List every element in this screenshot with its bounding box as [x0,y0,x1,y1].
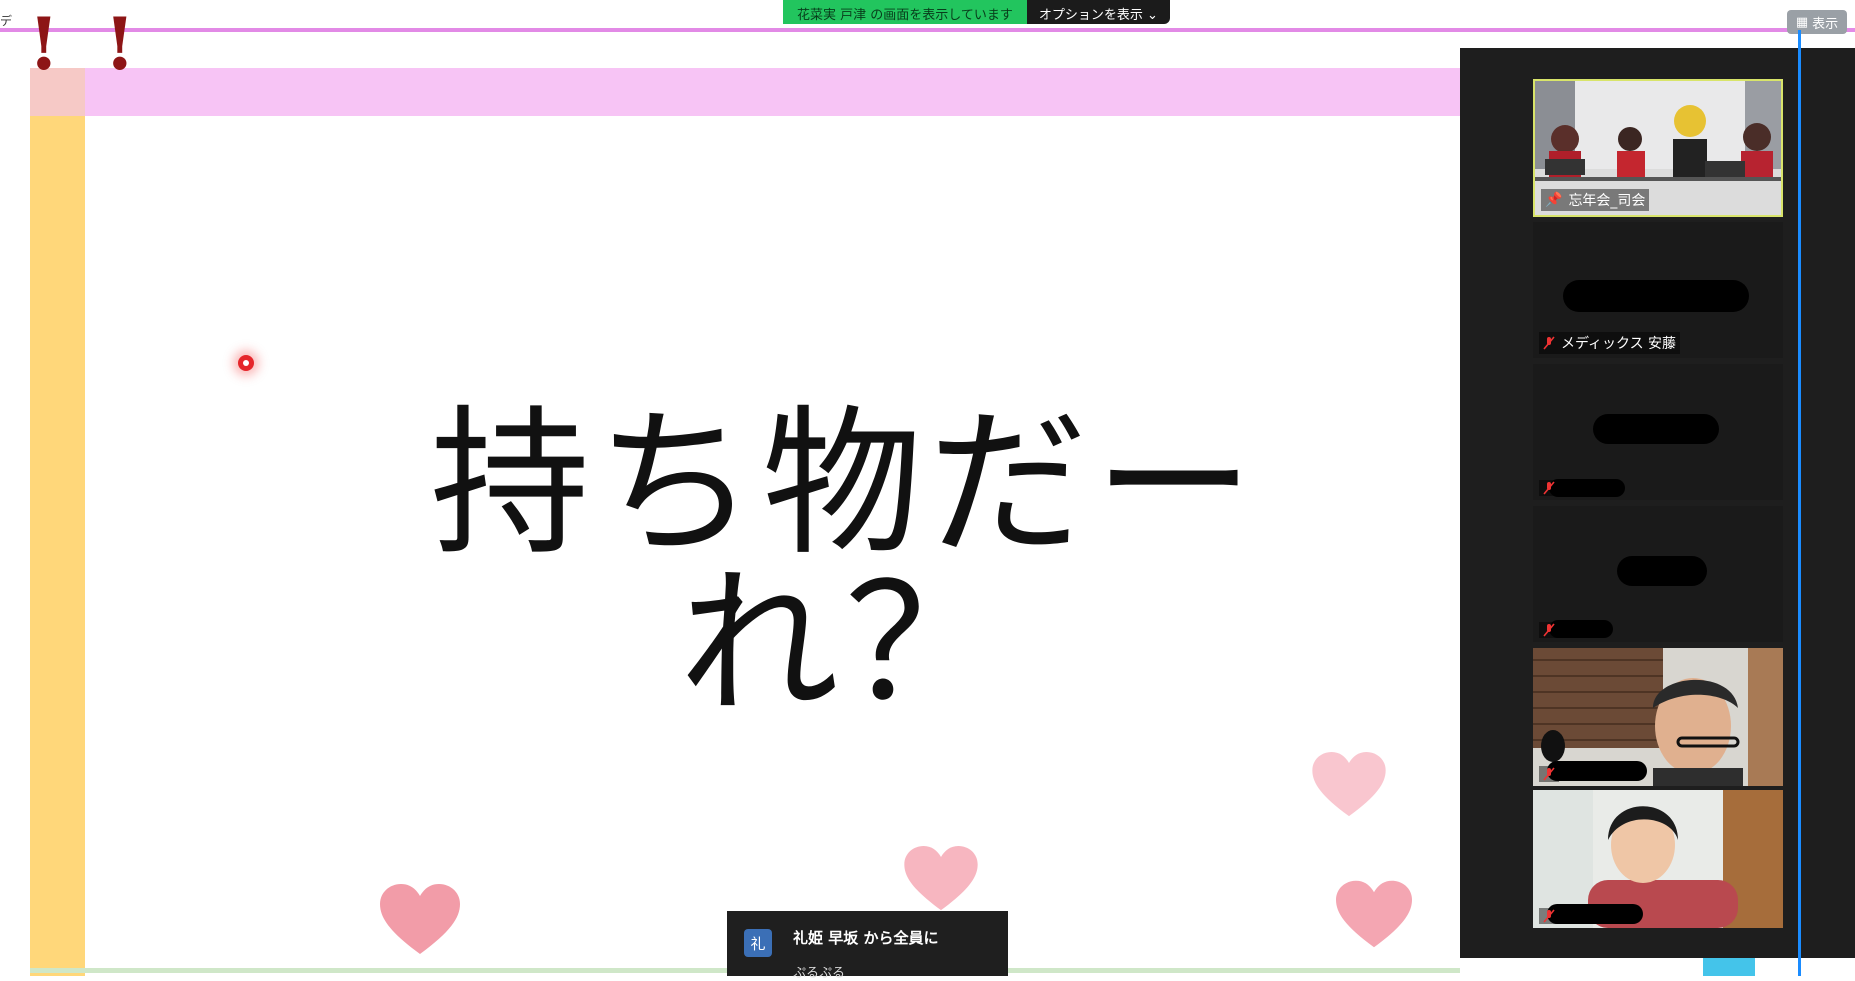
mic-muted-icon [1543,909,1555,923]
participant-name: メディックス 安藤 [1561,336,1677,352]
slide-top-line [0,28,1855,32]
view-options-button[interactable]: オプションを表示 ⌄ [1026,0,1170,24]
mic-muted-icon [1543,623,1555,637]
chat-sender-label: 礼姫 早坂 から全員に [793,929,939,947]
participant-name-tag [1539,908,1559,924]
participant-name-tag [1539,480,1559,496]
chevron-down-icon: ⌄ [1147,8,1158,23]
participant-tile-3[interactable] [1533,364,1783,500]
mic-muted-icon [1543,336,1555,350]
participant-name-tag: 📌 忘年会_司会 [1541,189,1650,211]
participant-tile-host[interactable]: 📌 忘年会_司会 [1533,79,1783,217]
redaction-mark [1593,414,1719,444]
participant-name: 忘年会_司会 [1568,193,1646,209]
toolbar-edge [1703,958,1755,976]
redaction-mark [1547,904,1643,924]
pin-icon: 📌 [1545,192,1563,208]
participant-tile-6[interactable] [1533,790,1783,928]
mic-muted-icon [1543,767,1555,781]
slide-yellow-band [30,68,85,976]
slide-title: 持ち物だーれ？ [429,390,1260,737]
slide-pink-band [30,68,1460,116]
heart-decoration-4 [1336,880,1412,948]
participant-name-tag [1539,766,1559,782]
view-options-label: オプションを表示 [1038,8,1143,23]
share-status-text: 花菜実 戸津 の画面を表示しています [783,0,1027,24]
redaction-mark [1617,556,1707,586]
participant-tile-5[interactable] [1533,648,1783,786]
redaction-mark [1547,761,1647,781]
participant-tile-2[interactable]: メディックス 安藤 [1533,222,1783,358]
heart-decoration-3 [1312,752,1386,817]
chat-message-preview: ぷるぷる [793,966,846,981]
chat-notification[interactable]: 礼 礼姫 早坂 から全員に ぷるぷる [727,911,1008,981]
participant-tile-4[interactable] [1533,506,1783,642]
slide-corner-mark: デ [0,14,13,28]
chat-sender-avatar: 礼 [744,929,772,957]
heart-decoration-2 [904,846,978,911]
view-button[interactable]: ▦ 表示 [1787,10,1847,34]
screen-share-banner: 花菜実 戸津 の画面を表示しています オプションを表示 ⌄ [783,0,1170,24]
mic-muted-icon [1543,481,1555,495]
view-button-label: 表示 [1812,16,1839,32]
slide-exclaim-2: ! [104,1,136,86]
participant-name-tag [1539,622,1559,638]
redaction-mark [1549,479,1625,497]
grid-icon: ▦ [1795,14,1809,30]
window-edge-line [1798,30,1801,976]
heart-decoration-1 [380,884,460,954]
redaction-mark [1563,280,1749,312]
slide-exclaim-1: ! [28,1,60,86]
participant-name-tag: メディックス 安藤 [1539,332,1681,354]
laser-pointer [238,355,254,371]
